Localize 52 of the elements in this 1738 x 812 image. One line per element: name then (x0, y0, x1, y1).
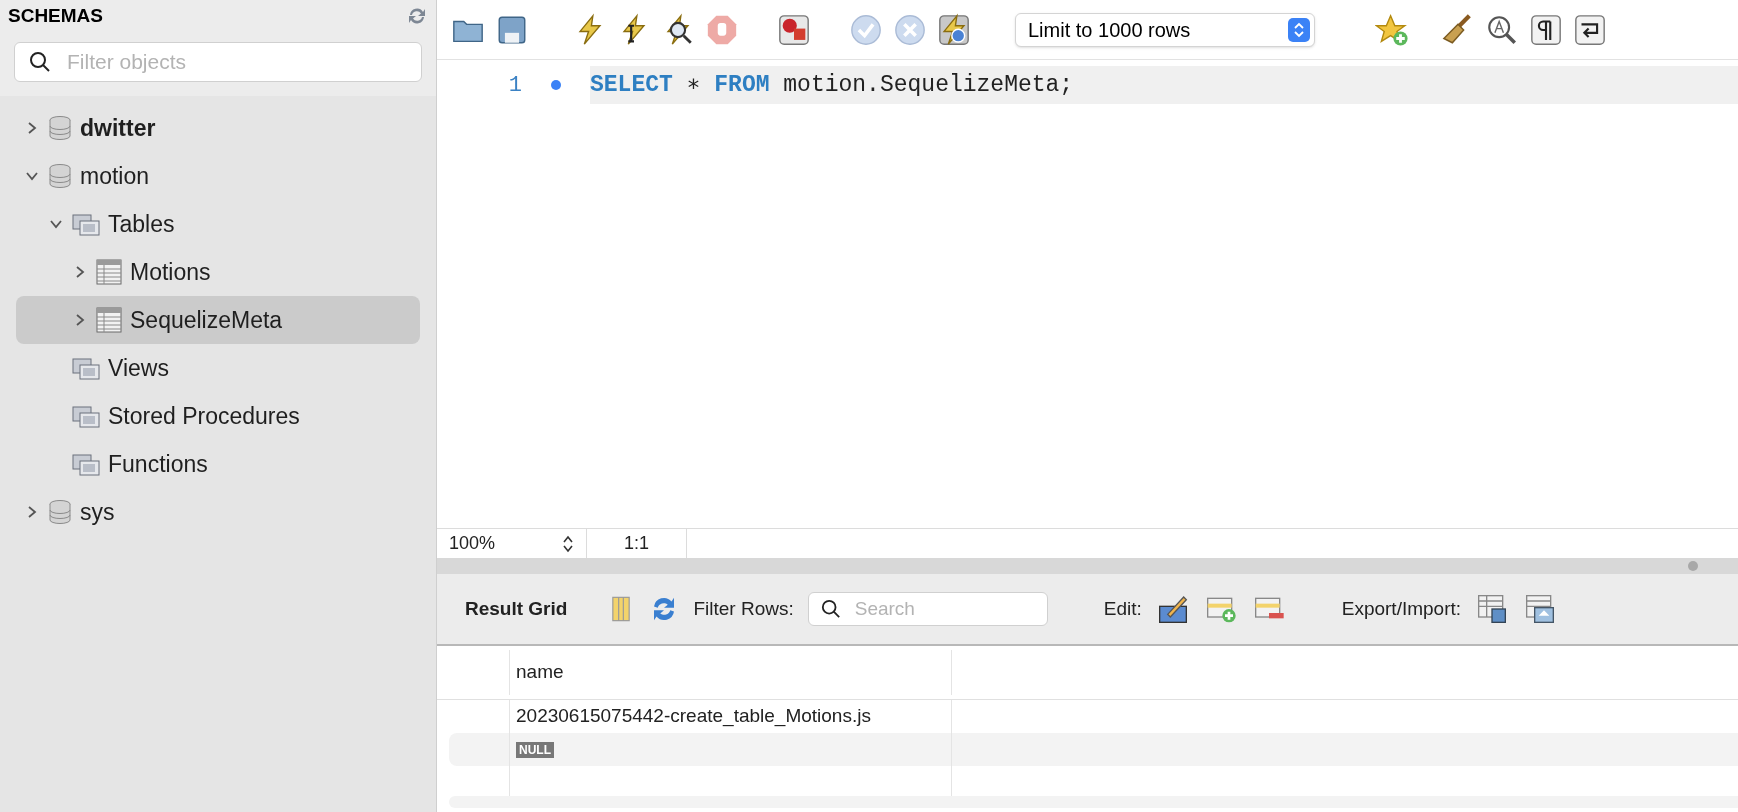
tree-item[interactable]: motion (16, 152, 420, 200)
cursor-position: 1:1 (624, 532, 649, 555)
tree-label: Tables (108, 209, 175, 239)
result-grid-title: Result Grid (465, 596, 568, 621)
tree-item[interactable]: sys (16, 488, 420, 536)
column-header[interactable]: name (509, 650, 952, 695)
limit-select[interactable]: Limit to 1000 rows (1015, 12, 1315, 47)
folder-stack-icon (72, 356, 100, 380)
database-icon (48, 163, 72, 189)
export-import-label: Export/Import: (1341, 596, 1462, 621)
check-icon[interactable] (849, 12, 883, 47)
table-icon (96, 259, 122, 285)
tree-label: sys (80, 497, 115, 527)
tree-item[interactable]: dwitter (16, 104, 420, 152)
tree-label: motion (80, 161, 150, 191)
tree-label: dwitter (80, 113, 156, 143)
tree-item[interactable]: Functions (16, 440, 420, 488)
sidebar-title: SCHEMAS (8, 3, 103, 28)
folder-stack-icon (72, 404, 100, 428)
wrap-icon[interactable] (1573, 12, 1607, 47)
tree-label: Views (108, 353, 169, 383)
search-icon (29, 51, 51, 73)
search-field[interactable]: Search (807, 592, 1048, 626)
folder-stack-icon (72, 452, 100, 476)
database-icon (48, 115, 72, 141)
pilcrow-icon[interactable] (1529, 12, 1563, 47)
statement-dot-icon (551, 80, 561, 90)
tree-item[interactable]: SequelizeMeta (16, 296, 420, 344)
tree-label: SequelizeMeta (130, 305, 283, 335)
splitter-handle-icon (1688, 561, 1698, 571)
table-icon (96, 307, 122, 333)
folder-stack-icon (72, 212, 100, 236)
tree-item[interactable]: Views (16, 344, 420, 392)
tree-label: Functions (108, 449, 208, 479)
edit-label: Edit: (1103, 596, 1142, 621)
filter-rows-label: Filter Rows: (693, 596, 794, 621)
table-row[interactable]: NULL (449, 733, 1738, 766)
tree-item[interactable]: Tables (16, 200, 420, 248)
stepper-icon (562, 533, 574, 554)
search-icon (820, 599, 841, 619)
tree-item[interactable]: Stored Procedures (16, 392, 420, 440)
stop-error-icon[interactable] (777, 12, 811, 47)
lightning-check-icon[interactable] (937, 12, 971, 47)
tree-label: Motions (130, 257, 211, 287)
tree-item[interactable]: Motions (16, 248, 420, 296)
database-icon (48, 499, 72, 525)
tree-label: Stored Procedures (108, 401, 300, 431)
null-badge: NULL (516, 741, 554, 758)
filter-field[interactable]: Filter objects (14, 42, 422, 82)
line-number: 1 (507, 71, 522, 100)
star-plus-icon[interactable] (1375, 12, 1409, 47)
stepper-icon (1288, 17, 1310, 42)
